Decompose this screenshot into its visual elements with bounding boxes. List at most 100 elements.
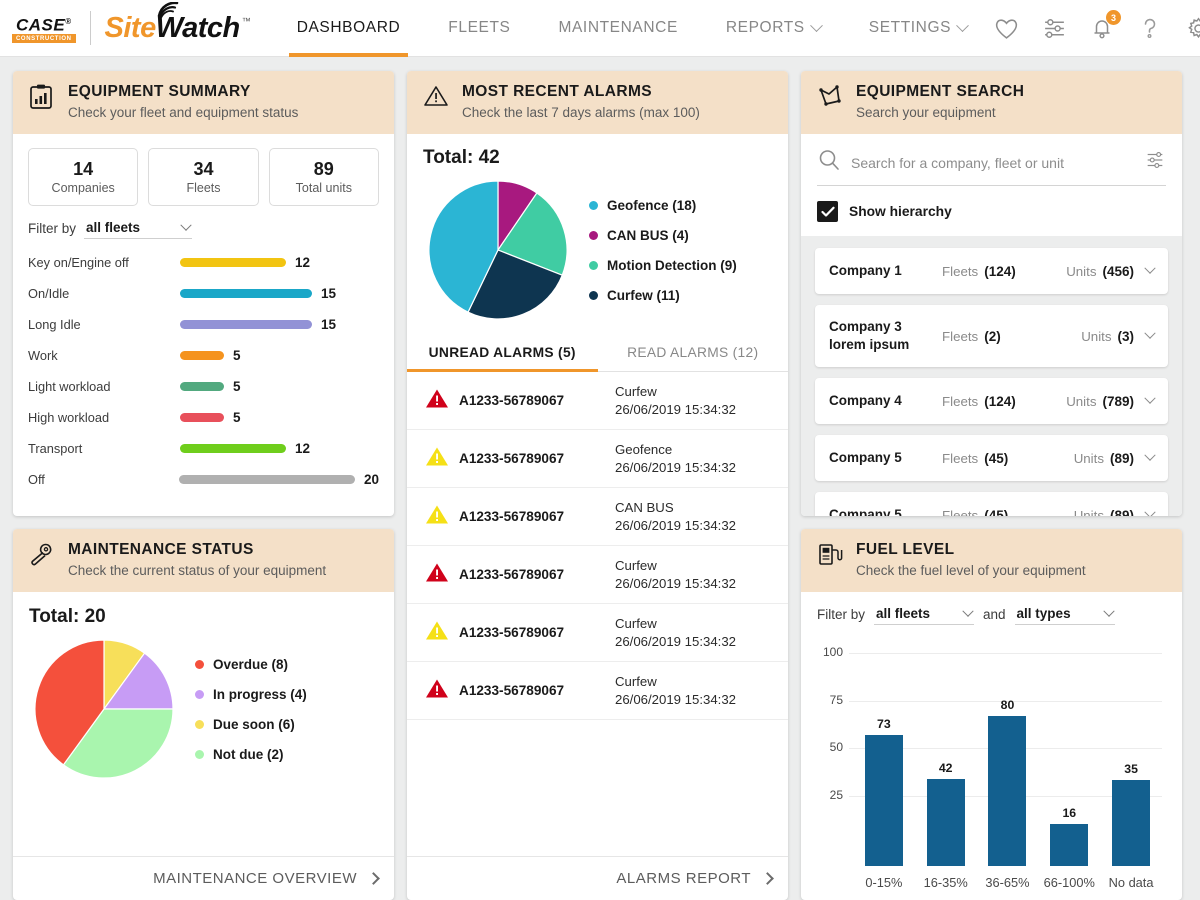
fuel-bar-column: 16	[1039, 653, 1099, 866]
equipment-status-row: Transport 12	[28, 433, 379, 464]
show-hierarchy-row: Show hierarchy	[817, 201, 1166, 222]
alarm-row[interactable]: A1233-56789067Curfew26/06/2019 15:34:32	[407, 546, 788, 604]
brand-logo[interactable]: CASE® CONSTRUCTION Site Watch ™	[0, 11, 251, 45]
most-recent-alarms-card: MOST RECENT ALARMS Check the last 7 days…	[407, 71, 788, 900]
status-bar-track: 5	[180, 410, 379, 425]
x-axis-tick-label: No data	[1101, 875, 1161, 890]
chevron-down-icon[interactable]	[1144, 450, 1155, 461]
gear-icon[interactable]	[1183, 13, 1200, 43]
maintenance-overview-link[interactable]: MAINTENANCE OVERVIEW	[13, 856, 394, 900]
alarm-unit-id: A1233-56789067	[459, 451, 615, 466]
chevron-down-icon	[810, 19, 823, 32]
x-axis-tick-label: 0-15%	[854, 875, 914, 890]
company-row[interactable]: Company 1Fleets(124)Units(456)	[815, 248, 1168, 294]
chevron-down-icon[interactable]	[1144, 328, 1155, 339]
equipment-status-row: Long Idle15	[28, 309, 379, 340]
filter-label: Filter by	[817, 607, 865, 625]
alarm-row[interactable]: A1233-56789067Curfew26/06/2019 15:34:32	[407, 372, 788, 430]
tab-unread-alarms[interactable]: UNREAD ALARMS (5)	[407, 333, 598, 371]
filter-value: all fleets	[876, 606, 930, 621]
legend-item: Due soon (6)	[195, 717, 307, 732]
legend-label: Curfew (11)	[607, 288, 680, 303]
alarm-timestamp: 26/06/2019 15:34:32	[615, 458, 770, 477]
status-bar-track: 5	[180, 379, 379, 394]
alarm-severity-red-icon	[425, 562, 459, 588]
company-row[interactable]: Company 5Fleets(45)Units(89)	[815, 492, 1168, 516]
sliders-icon[interactable]	[1039, 13, 1069, 43]
legend-color-dot	[195, 660, 204, 669]
nav-item-settings[interactable]: SETTINGS	[845, 0, 991, 57]
show-hierarchy-checkbox[interactable]	[817, 201, 838, 222]
status-bar-track: 5	[180, 348, 379, 363]
filter-conjunction: and	[983, 607, 1006, 625]
alarm-severity-yellow-icon	[425, 446, 459, 472]
bell-icon[interactable]: 3	[1087, 13, 1117, 43]
chart-clipboard-icon	[29, 84, 55, 115]
alarm-timestamp: 26/06/2019 15:34:32	[615, 516, 770, 535]
status-label: Off	[28, 472, 179, 487]
alarms-report-link[interactable]: ALARMS REPORT	[407, 856, 788, 900]
geofence-polygon-icon	[817, 84, 843, 113]
footer-label: ALARMS REPORT	[616, 870, 751, 887]
alarm-type: Curfew	[615, 673, 770, 690]
chevron-down-icon	[1103, 605, 1114, 616]
maintenance-total: Total: 20	[29, 606, 378, 628]
stat-label: Fleets	[153, 181, 253, 195]
alarm-unit-id: A1233-56789067	[459, 509, 615, 524]
legend-label: Geofence (18)	[607, 198, 696, 213]
search-filter-icon[interactable]	[1144, 149, 1166, 176]
status-bar	[180, 351, 224, 360]
sitewatch-site: Site	[105, 12, 156, 45]
search-input[interactable]	[851, 155, 1134, 171]
alarm-severity-yellow-icon	[425, 620, 459, 646]
status-value: 5	[233, 348, 241, 363]
company-row[interactable]: Company 4Fleets(124)Units(789)	[815, 378, 1168, 424]
case-construction-band: CONSTRUCTION	[12, 34, 76, 43]
nav-item-maintenance[interactable]: MAINTENANCE	[534, 0, 701, 57]
nav-item-fleets[interactable]: FLEETS	[424, 0, 534, 57]
status-value: 12	[295, 441, 310, 456]
footer-label: MAINTENANCE OVERVIEW	[153, 870, 357, 887]
company-name: Company 5	[829, 449, 942, 467]
fuel-type-select[interactable]: all types	[1015, 606, 1115, 625]
help-icon[interactable]	[1135, 13, 1165, 43]
alarm-timestamp: 26/06/2019 15:34:32	[615, 690, 770, 709]
tab-read-alarms[interactable]: READ ALARMS (12)	[598, 333, 789, 371]
alarm-type: Curfew	[615, 557, 770, 574]
column-center: MOST RECENT ALARMS Check the last 7 days…	[407, 71, 788, 900]
nav-item-reports[interactable]: REPORTS	[702, 0, 845, 57]
status-label: Transport	[28, 441, 180, 456]
chevron-down-icon[interactable]	[1144, 263, 1155, 274]
stat-fleets: 34 Fleets	[148, 148, 258, 206]
nav-label: DASHBOARD	[297, 19, 401, 37]
alarm-row[interactable]: A1233-56789067Curfew26/06/2019 15:34:32	[407, 604, 788, 662]
alarm-row[interactable]: A1233-56789067CAN BUS26/06/2019 15:34:32	[407, 488, 788, 546]
alarm-row[interactable]: A1233-56789067Curfew26/06/2019 15:34:32	[407, 662, 788, 720]
bar-value-label: 73	[877, 717, 891, 731]
alarm-timestamp: 26/06/2019 15:34:32	[615, 632, 770, 651]
chevron-down-icon[interactable]	[1144, 507, 1155, 516]
units-label: Units	[1074, 508, 1104, 517]
logo-divider	[90, 11, 91, 45]
fuel-bar	[988, 716, 1026, 866]
heart-icon[interactable]	[991, 13, 1021, 43]
card-title: MOST RECENT ALARMS	[462, 82, 700, 101]
legend-label: In progress (4)	[213, 687, 307, 702]
fleets-count: (45)	[984, 508, 1008, 517]
alarm-row[interactable]: A1233-56789067Geofence26/06/2019 15:34:3…	[407, 430, 788, 488]
fuel-bar-chart: 25507510073428016350-15%16-35%36-65%66-1…	[817, 641, 1166, 892]
status-label: Light workload	[28, 379, 180, 394]
card-title: EQUIPMENT SUMMARY	[68, 82, 298, 101]
filter-label: Filter by	[28, 221, 76, 239]
case-construction-logo: CASE® CONSTRUCTION	[12, 13, 76, 44]
fuel-fleet-select[interactable]: all fleets	[874, 606, 974, 625]
company-row[interactable]: Company 5Fleets(45)Units(89)	[815, 435, 1168, 481]
company-row[interactable]: Company 3 lorem ipsumFleets(2)Units(3)	[815, 305, 1168, 367]
fleet-filter-select[interactable]: all fleets	[84, 220, 192, 239]
chevron-down-icon[interactable]	[1144, 393, 1155, 404]
x-axis-labels: 0-15%16-35%36-65%66-100%No data	[853, 875, 1162, 890]
maintenance-pie-chart	[29, 634, 179, 784]
alarm-type: Curfew	[615, 383, 770, 400]
nav-item-dashboard[interactable]: DASHBOARD	[273, 0, 425, 57]
equipment-status-row: High workload5	[28, 402, 379, 433]
